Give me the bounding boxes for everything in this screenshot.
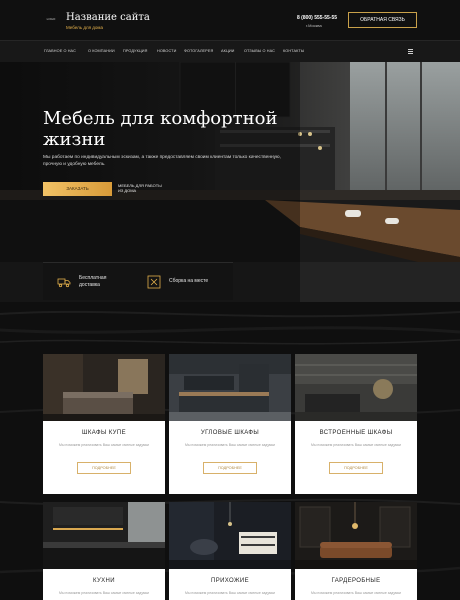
product-card[interactable]: ШКАФЫ КУПЕ Мы поможем реализовать Ваш са…: [43, 354, 165, 494]
built-in-wardrobe-photo: [295, 354, 417, 421]
details-button[interactable]: ПОДРОБНЕЕ: [329, 462, 383, 474]
site-title[interactable]: Название сайта: [66, 12, 150, 23]
corner-wardrobe-photo: [169, 354, 291, 421]
card-title: УГЛОВЫЕ ШКАФЫ: [200, 430, 260, 436]
hamburger-icon[interactable]: [408, 49, 413, 54]
card-description: Мы поможем реализовать Ваш самые смелые …: [311, 591, 401, 595]
nav-item-reviews[interactable]: ОТЗЫВЫ О НАС: [244, 49, 275, 53]
site-header: LOGO Название сайта Мебель для дома 8 (8…: [0, 0, 460, 40]
product-card[interactable]: КУХНИ Мы поможем реализовать Ваш самые с…: [43, 502, 165, 600]
truck-icon: [57, 278, 71, 288]
product-card[interactable]: ВСТРОЕННЫЕ ШКАФЫ Мы поможем реализовать …: [295, 354, 417, 494]
card-description: Мы поможем реализовать Ваш самые смелые …: [185, 591, 275, 595]
dressing-room-photo: [295, 502, 417, 569]
card-description: Мы поможем реализовать Ваш самые смелые …: [59, 591, 149, 595]
details-button[interactable]: ПОДРОБНЕЕ: [77, 462, 131, 474]
nav-item-gallery[interactable]: ФОТОГАЛЕРЕЯ: [184, 49, 213, 53]
product-card[interactable]: ПРИХОЖИЕ Мы поможем реализовать Ваш самы…: [169, 502, 291, 600]
callback-button[interactable]: ОБРАТНАЯ СВЯЗЬ: [348, 12, 417, 28]
features-bar: Бесплатная доставка Сборка на месте: [43, 262, 233, 300]
card-description: Мы поможем реализовать Ваш самые смелые …: [185, 443, 275, 447]
nav-item-contacts[interactable]: КОНТАКТЫ: [283, 49, 304, 53]
feature-assembly-label: Сборка на месте: [169, 278, 209, 284]
nav-item-products[interactable]: ПРОДУКЦИЯ: [123, 49, 147, 53]
nav-item-news[interactable]: НОВОСТИ: [157, 49, 176, 53]
details-button[interactable]: ПОДРОБНЕЕ: [203, 462, 257, 474]
hero-note[interactable]: МЕБЕЛЬ ДЛЯ РАБОТЫ ИЗ ДОМА: [118, 183, 166, 193]
product-card[interactable]: УГЛОВЫЕ ШКАФЫ Мы поможем реализовать Ваш…: [169, 354, 291, 494]
card-description: Мы поможем реализовать Ваш самые смелые …: [311, 443, 401, 447]
card-title: ГАРДЕРОБНЫЕ: [331, 578, 381, 584]
kitchen-photo: [43, 502, 165, 569]
nav-item-home[interactable]: ГЛАВНОЕ О НАС: [44, 49, 76, 53]
card-title: ПРИХОЖИЕ: [210, 578, 250, 584]
phone-number[interactable]: 8 (800) 555-55-55: [297, 15, 337, 21]
card-title: ШКАФЫ КУПЕ: [81, 430, 127, 436]
wardrobe-photo: [43, 354, 165, 421]
card-title: ВСТРОЕННЫЕ ШКАФЫ: [319, 430, 393, 436]
hero-description: Мы работаем по индивидуальным эскизам, а…: [43, 155, 281, 167]
logo[interactable]: LOGO: [44, 15, 58, 23]
site-subtitle: Мебель для дома: [66, 25, 104, 30]
card-description: Мы поможем реализовать Ваш самые смелые …: [59, 443, 149, 447]
product-card[interactable]: ГАРДЕРОБНЫЕ Мы поможем реализовать Ваш с…: [295, 502, 417, 600]
hero-title: Мебель для комфортной жизни: [43, 108, 278, 150]
card-title: КУХНИ: [92, 578, 116, 584]
hallway-photo: [169, 502, 291, 569]
feature-delivery-label: Бесплатная доставка: [79, 275, 107, 288]
tools-icon: [147, 275, 161, 289]
nav-item-promos[interactable]: АКЦИИ: [221, 49, 235, 53]
order-button[interactable]: ЗАКАЗАТЬ: [43, 182, 112, 196]
city-label: г.Москва: [306, 23, 322, 28]
main-nav: ГЛАВНОЕ О НАС О КОМПАНИИ ПРОДУКЦИЯ НОВОС…: [0, 40, 460, 62]
nav-item-company[interactable]: О КОМПАНИИ: [88, 49, 115, 53]
